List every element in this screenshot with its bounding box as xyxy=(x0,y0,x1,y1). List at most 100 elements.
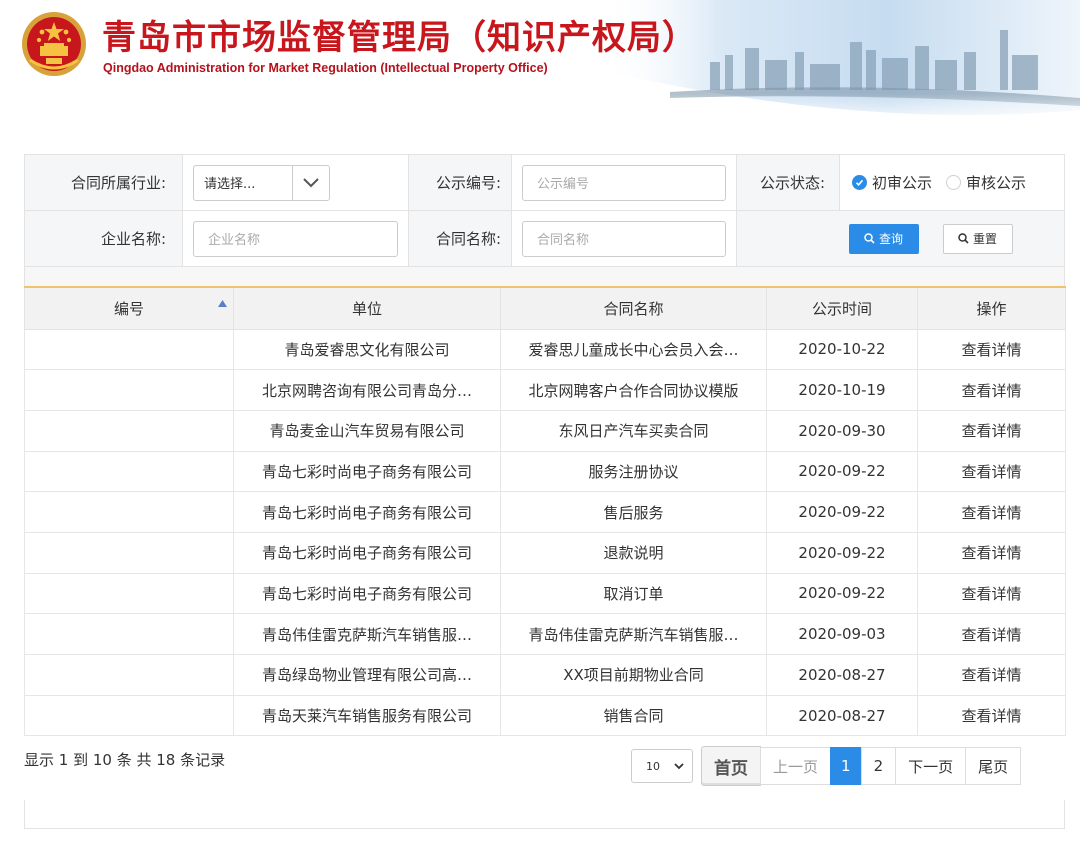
cell-contract-name: 青岛伟佳雷克萨斯汽车销售服… xyxy=(500,613,767,655)
query-button-label: 查询 xyxy=(878,232,903,246)
first-page-button[interactable]: 首页 xyxy=(701,746,761,786)
table-header-row: 编号 单位 合同名称 公示时间 操作 xyxy=(24,286,1066,330)
radio-unchecked-icon xyxy=(946,175,962,190)
cell-publish-date: 2020-09-22 xyxy=(766,531,918,574)
prev-page-button[interactable]: 上一页 xyxy=(760,747,832,785)
national-emblem-icon xyxy=(22,12,86,76)
chevron-down-icon xyxy=(293,166,329,200)
site-header: 青岛市市场监督管理局（知识产权局） Qingdao Administration… xyxy=(0,0,1080,125)
industry-select-value: 请选择... xyxy=(194,165,293,200)
column-header-action: 操作 xyxy=(917,286,1066,330)
column-header-date: 公示时间 xyxy=(766,286,918,330)
next-page-button[interactable]: 下一页 xyxy=(895,747,967,785)
site-subtitle: Qingdao Administration for Market Regula… xyxy=(103,61,548,75)
column-header-id[interactable]: 编号 xyxy=(24,286,234,330)
notice-no-label: 公示编号: xyxy=(409,155,512,210)
search-actions: 查询 重置 xyxy=(737,211,1064,266)
column-header-contract: 合同名称 xyxy=(500,286,767,330)
table-row: 青岛七彩时尚电子商务有限公司 退款说明 2020-09-22 查看详情 xyxy=(24,531,1066,574)
search-icon xyxy=(958,233,969,244)
radio-initial-notice[interactable]: 初审公示 xyxy=(852,172,932,193)
search-form: 合同所属行业: 请选择... 公示编号: 公示编号 公示状态: 初审公示 审核公… xyxy=(24,154,1065,289)
sort-ascending-icon[interactable] xyxy=(218,300,227,307)
last-page-button[interactable]: 尾页 xyxy=(965,747,1022,785)
radio-review-notice[interactable]: 审核公示 xyxy=(946,172,1026,193)
page-2-button[interactable]: 2 xyxy=(860,747,897,785)
cell-company: 青岛七彩时尚电子商务有限公司 xyxy=(233,491,501,533)
view-details-link[interactable]: 查看详情 xyxy=(917,491,1066,533)
cell-publish-date: 2020-09-30 xyxy=(766,409,918,452)
cell-publish-date: 2020-08-27 xyxy=(766,654,918,696)
cell-company: 青岛七彩时尚电子商务有限公司 xyxy=(233,531,501,574)
query-button[interactable]: 查询 xyxy=(848,223,919,254)
contract-input[interactable]: 合同名称 xyxy=(522,220,726,257)
company-cell: 企业名称 xyxy=(183,211,409,266)
cell-publish-date: 2020-08-27 xyxy=(766,694,918,737)
view-details-link[interactable]: 查看详情 xyxy=(917,613,1066,655)
page-size-select[interactable]: 10 xyxy=(631,749,693,783)
cell-id xyxy=(24,409,234,452)
status-label: 公示状态: xyxy=(737,155,840,210)
page-size-value: 10 xyxy=(646,759,660,773)
cell-id xyxy=(24,694,234,737)
table-row: 青岛伟佳雷克萨斯汽车销售服… 青岛伟佳雷克萨斯汽车销售服… 2020-09-03 查看… xyxy=(24,613,1066,655)
table-row: 青岛绿岛物业管理有限公司高… XX项目前期物业合同 2020-08-27 查看详情 xyxy=(24,654,1066,696)
table-row: 青岛七彩时尚电子商务有限公司 售后服务 2020-09-22 查看详情 xyxy=(24,491,1066,533)
search-row-1: 合同所属行业: 请选择... 公示编号: 公示编号 公示状态: 初审公示 审核公… xyxy=(25,155,1064,211)
cell-id xyxy=(24,491,234,533)
cell-id xyxy=(24,613,234,655)
reset-button[interactable]: 重置 xyxy=(942,223,1013,254)
radio-review-label: 审核公示 xyxy=(966,174,1027,192)
cell-contract-name: 售后服务 xyxy=(500,491,767,533)
search-icon xyxy=(864,233,875,244)
page-1-button[interactable]: 1 xyxy=(830,747,862,785)
radio-checked-icon xyxy=(852,175,867,190)
table-row: 北京网聘咨询有限公司青岛分… 北京网聘客户合作合同协议模版 2020-10-19 查看… xyxy=(24,369,1066,411)
view-details-link[interactable]: 查看详情 xyxy=(917,654,1066,696)
cell-contract-name: XX项目前期物业合同 xyxy=(500,654,767,696)
view-details-link[interactable]: 查看详情 xyxy=(917,450,1066,493)
view-details-link[interactable]: 查看详情 xyxy=(917,694,1066,737)
cell-company: 青岛七彩时尚电子商务有限公司 xyxy=(233,450,501,493)
cell-publish-date: 2020-10-22 xyxy=(766,328,918,371)
cell-company: 青岛绿岛物业管理有限公司高… xyxy=(233,654,501,696)
contract-label: 合同名称: xyxy=(409,211,512,266)
company-input[interactable]: 企业名称 xyxy=(193,220,398,257)
table-row: 青岛七彩时尚电子商务有限公司 服务注册协议 2020-09-22 查看详情 xyxy=(24,450,1066,493)
industry-label: 合同所属行业: xyxy=(25,155,183,210)
cell-publish-date: 2020-09-22 xyxy=(766,491,918,533)
view-details-link[interactable]: 查看详情 xyxy=(917,409,1066,452)
industry-select[interactable]: 请选择... xyxy=(193,164,330,201)
contract-cell: 合同名称 xyxy=(512,211,737,266)
view-details-link[interactable]: 查看详情 xyxy=(917,328,1066,371)
cell-contract-name: 退款说明 xyxy=(500,531,767,574)
cell-id xyxy=(24,369,234,411)
chevron-down-icon xyxy=(674,762,684,769)
cell-id xyxy=(24,572,234,615)
cell-company: 青岛麦金山汽车贸易有限公司 xyxy=(233,409,501,452)
view-details-link[interactable]: 查看详情 xyxy=(917,531,1066,574)
contract-table: 编号 单位 合同名称 公示时间 操作 青岛爱睿思文化有限公司 爱睿思儿童成长中心会… xyxy=(24,286,1066,737)
search-row-2: 企业名称: 企业名称 合同名称: 合同名称 查询 重置 xyxy=(25,211,1064,267)
cell-id xyxy=(24,654,234,696)
table-row: 青岛七彩时尚电子商务有限公司 取消订单 2020-09-22 查看详情 xyxy=(24,572,1066,615)
view-details-link[interactable]: 查看详情 xyxy=(917,572,1066,615)
cell-company: 青岛伟佳雷克萨斯汽车销售服… xyxy=(233,613,501,655)
cell-publish-date: 2020-09-22 xyxy=(766,450,918,493)
cell-publish-date: 2020-09-22 xyxy=(766,572,918,615)
table-row: 青岛爱睿思文化有限公司 爱睿思儿童成长中心会员入会… 2020-10-22 查看详情 xyxy=(24,328,1066,371)
cell-contract-name: 销售合同 xyxy=(500,694,767,737)
cell-contract-name: 爱睿思儿童成长中心会员入会… xyxy=(500,328,767,371)
cell-company: 青岛爱睿思文化有限公司 xyxy=(233,328,501,371)
pagination: 10 首页 上一页 1 2 下一页 尾页 xyxy=(631,746,1022,786)
notice-no-input[interactable]: 公示编号 xyxy=(522,164,726,201)
notice-no-cell: 公示编号 xyxy=(512,155,737,210)
cell-contract-name: 服务注册协议 xyxy=(500,450,767,493)
column-header-id-label: 编号 xyxy=(113,299,144,318)
table-row: 青岛天莱汽车销售服务有限公司 销售合同 2020-08-27 查看详情 xyxy=(24,694,1066,737)
cell-id xyxy=(24,328,234,371)
view-details-link[interactable]: 查看详情 xyxy=(917,369,1066,411)
company-label: 企业名称: xyxy=(25,211,183,266)
status-options: 初审公示 审核公示 xyxy=(840,155,1064,210)
table-footer-box xyxy=(24,800,1065,829)
